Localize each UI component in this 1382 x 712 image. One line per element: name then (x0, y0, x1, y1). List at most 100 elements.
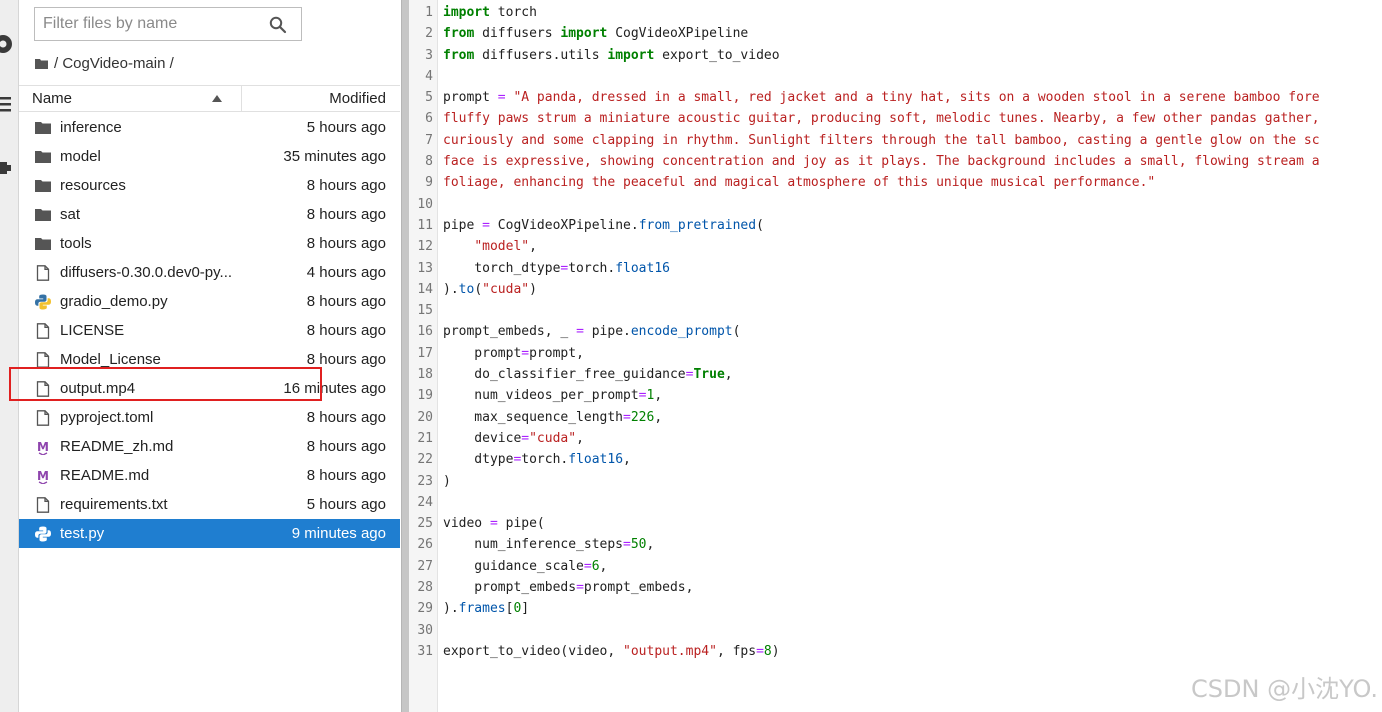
code-line[interactable]: 14).to("cuda") (409, 279, 1382, 300)
code-token: = (756, 643, 764, 659)
code-token: curiously and some clapping in rhythm. S… (443, 132, 1320, 148)
code-line[interactable]: 16 prompt_embeds, _ = pipe.encode_prompt( (409, 321, 1382, 342)
line-text: do_classifier_free_guidance=True, (443, 364, 732, 385)
code-line[interactable]: 10 (409, 194, 1382, 215)
file-icon (36, 381, 50, 397)
code-token: = (623, 537, 631, 553)
code-line[interactable]: 1 import torch (409, 2, 1382, 23)
line-text: dtype=torch.float16, (443, 449, 631, 470)
code-line[interactable]: 15 (409, 300, 1382, 321)
code-line[interactable]: 4 (409, 66, 1382, 87)
file-modified: 8 hours ago (306, 177, 386, 194)
code-line[interactable]: 30 (409, 620, 1382, 641)
file-modified: 8 hours ago (306, 467, 386, 484)
code-token: = (521, 430, 530, 446)
line-number: 4 (425, 68, 433, 84)
file-name: gradio_demo.py (60, 293, 168, 310)
file-row[interactable]: sat 8 hours ago (19, 200, 400, 229)
code-line[interactable]: 18 do_classifier_free_guidance=True, (409, 364, 1382, 385)
file-name: README_zh.md (60, 438, 174, 455)
line-number: 30 (417, 622, 433, 638)
file-row[interactable]: output.mp4 16 minutes ago (19, 374, 400, 403)
file-row[interactable]: inference 5 hours ago (19, 113, 400, 142)
file-row[interactable]: model 35 minutes ago (19, 142, 400, 171)
code-line[interactable]: 9 foliage, enhancing the peaceful and mag… (409, 172, 1382, 193)
code-line[interactable]: 2 from diffusers import CogVideoXPipeline (409, 23, 1382, 44)
line-number: 8 (425, 154, 433, 170)
line-number: 23 (417, 473, 433, 489)
code-line[interactable]: 11 pipe = CogVideoXPipeline.from_pretrain… (409, 215, 1382, 236)
file-row[interactable]: resources 8 hours ago (19, 171, 400, 200)
extension-icon[interactable] (0, 156, 14, 178)
code-line[interactable]: 3 from diffusers.utils import export_to_v… (409, 45, 1382, 66)
code-line[interactable]: 24 (409, 492, 1382, 513)
code-line[interactable]: 29).frames[0] (409, 598, 1382, 619)
file-row[interactable]: M README.md 8 hours ago (19, 461, 400, 490)
file-row[interactable]: LICENSE 8 hours ago (19, 316, 400, 345)
file-name: model (60, 148, 101, 165)
code-token: = (497, 90, 506, 106)
code-line[interactable]: 22 dtype=torch.float16, (409, 449, 1382, 470)
code-token: prompt, (529, 345, 584, 361)
line-number: 25 (417, 516, 433, 532)
code-token: True (693, 367, 725, 383)
toc-icon[interactable] (0, 93, 14, 115)
file-row[interactable]: test.py 9 minutes ago (19, 519, 400, 548)
breadcrumb-path[interactable]: / CogVideo-main / (54, 55, 174, 72)
code-line[interactable]: 31 export_to_video(video, "output.mp4", f… (409, 641, 1382, 662)
home-folder-icon[interactable] (35, 58, 48, 69)
code-line[interactable]: 21 device="cuda", (409, 428, 1382, 449)
file-row[interactable]: tools 8 hours ago (19, 229, 400, 258)
code-token: import (560, 26, 608, 42)
code-line[interactable]: 8 face is expressive, showing concentrati… (409, 151, 1382, 172)
code-line[interactable]: 13 torch_dtype=torch.float16 (409, 258, 1382, 279)
code-line[interactable]: 27 guidance_scale=6, (409, 556, 1382, 577)
line-number: 27 (417, 558, 433, 574)
search-icon[interactable] (269, 16, 287, 34)
file-modified: 9 minutes ago (291, 525, 386, 542)
code-token: foliage, enhancing the peaceful and magi… (443, 175, 1156, 191)
file-row[interactable]: gradio_demo.py 8 hours ago (19, 287, 400, 316)
line-number: 12 (417, 239, 433, 255)
line-number: 21 (417, 430, 433, 446)
code-token: , fps (716, 643, 757, 659)
code-line[interactable]: 26 num_inference_steps=50, (409, 534, 1382, 555)
line-text: from diffusers import CogVideoXPipeline (443, 23, 748, 44)
code-line[interactable]: 23) (409, 471, 1382, 492)
code-line[interactable]: 25 video = pipe( (409, 513, 1382, 534)
code-line[interactable]: 12 "model", (409, 236, 1382, 257)
running-icon[interactable] (0, 33, 14, 55)
modified-column-header[interactable]: Modified (329, 90, 386, 107)
code-line[interactable]: 7 curiously and some clapping in rhythm. … (409, 130, 1382, 151)
code-token: prompt_embeds, (583, 580, 694, 596)
python-icon (35, 294, 51, 310)
file-row[interactable]: diffusers-0.30.0.dev0-py... 4 hours ago (19, 258, 400, 287)
code-token: ) (443, 473, 451, 489)
code-line[interactable]: 28 prompt_embeds=prompt_embeds, (409, 577, 1382, 598)
line-text: fluffy paws strum a miniature acoustic g… (443, 108, 1320, 129)
code-line[interactable]: 20 max_sequence_length=226, (409, 407, 1382, 428)
file-icon (36, 323, 50, 339)
line-number: 10 (417, 196, 433, 212)
code-content[interactable]: 1 import torch 2 from diffusers import CogV… (409, 2, 1382, 662)
markdown-icon: M (37, 469, 49, 484)
file-row[interactable]: requirements.txt 5 hours ago (19, 490, 400, 519)
code-line[interactable]: 5 prompt = "A panda, dressed in a small, … (409, 87, 1382, 108)
code-token: float16 (615, 260, 670, 276)
filter-input[interactable] (35, 8, 265, 40)
name-column-header[interactable]: Name (19, 86, 242, 111)
file-row[interactable]: Model_License 8 hours ago (19, 345, 400, 374)
code-line[interactable]: 6 fluffy paws strum a miniature acoustic … (409, 108, 1382, 129)
file-row[interactable]: pyproject.toml 8 hours ago (19, 403, 400, 432)
line-text: prompt=prompt, (443, 343, 584, 364)
code-token: diffusers.utils (474, 47, 608, 63)
code-token: ). (443, 601, 459, 617)
code-line[interactable]: 17 prompt=prompt, (409, 343, 1382, 364)
file-row[interactable]: M README_zh.md 8 hours ago (19, 432, 400, 461)
file-modified: 16 minutes ago (283, 380, 386, 397)
code-token: = (583, 558, 592, 574)
line-text: curiously and some clapping in rhythm. S… (443, 130, 1320, 151)
code-token: "cuda" (482, 281, 530, 297)
code-line[interactable]: 19 num_videos_per_prompt=1, (409, 385, 1382, 406)
code-editor[interactable]: 1 import torch 2 from diffusers import CogV… (409, 0, 1382, 712)
